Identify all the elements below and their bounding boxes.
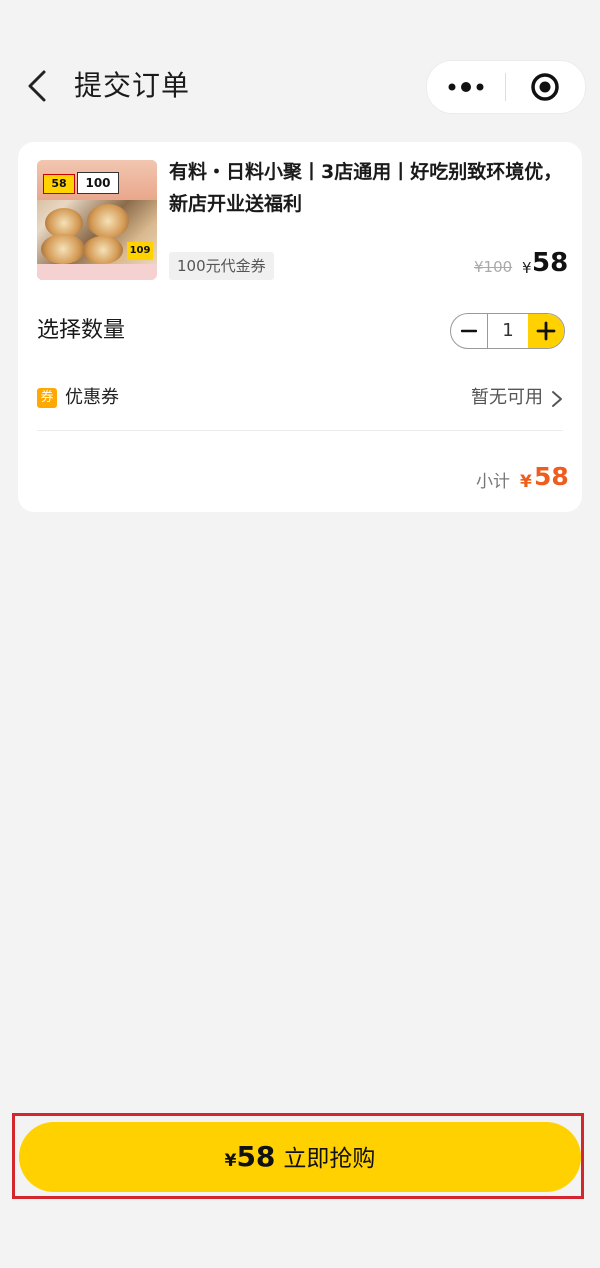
- divider: [37, 430, 563, 431]
- voucher-tag: 100元代金券: [169, 252, 274, 280]
- coupon-label: 优惠券: [65, 387, 119, 408]
- cta-currency: ¥: [224, 1151, 237, 1171]
- chevron-left-icon: [28, 70, 46, 102]
- image-footer-strip: [37, 264, 157, 280]
- subtotal-currency: ¥: [520, 472, 532, 492]
- image-badge-price: 58: [43, 174, 75, 194]
- product-title: 有料・日料小聚丨3店通用丨好吃别致环境优，新店开业送福利: [169, 161, 563, 215]
- chevron-right-icon: [552, 391, 562, 407]
- order-card: 58 100 109 有料・日料小聚丨3店通用丨好吃别致环境优，新店开业送福利 …: [18, 142, 582, 512]
- buy-now-content: ¥58 立即抢购: [19, 1122, 581, 1192]
- increase-quantity-button[interactable]: [528, 314, 564, 348]
- current-price: 58: [532, 248, 569, 278]
- minus-icon: [461, 329, 477, 333]
- top-bar: 提交订单: [0, 0, 600, 140]
- more-dots-icon: [448, 82, 484, 92]
- image-dish: [41, 234, 85, 264]
- quantity-value[interactable]: 1: [487, 314, 529, 348]
- image-dish: [87, 204, 129, 238]
- more-button[interactable]: [427, 61, 505, 113]
- buy-now-button[interactable]: ¥58 立即抢购: [19, 1122, 581, 1192]
- price-currency: ¥: [522, 259, 532, 277]
- decrease-quantity-button[interactable]: [451, 314, 487, 348]
- quantity-stepper: 1: [450, 313, 565, 349]
- coupon-status: 暂无可用: [471, 387, 543, 408]
- back-button[interactable]: [22, 68, 54, 104]
- page-title: 提交订单: [74, 69, 191, 102]
- plus-icon: [536, 321, 556, 341]
- image-dish: [83, 236, 123, 264]
- target-close-icon: [531, 73, 559, 101]
- mini-program-capsule: [426, 60, 586, 114]
- product-image[interactable]: 58 100 109: [37, 160, 157, 280]
- image-badge-value: 100: [77, 172, 119, 194]
- close-mini-program-button[interactable]: [506, 61, 584, 113]
- image-badge-corner: 109: [127, 242, 153, 260]
- quantity-label: 选择数量: [37, 318, 126, 343]
- subtotal-value: 58: [534, 462, 569, 491]
- cta-price: 58: [236, 1140, 276, 1173]
- subtotal-label: 小计: [476, 472, 510, 492]
- coupon-icon: 券: [37, 388, 57, 408]
- original-price: ¥100: [474, 258, 513, 276]
- cta-label: 立即抢购: [283, 1146, 376, 1172]
- coupon-row[interactable]: 券 优惠券 暂无可用: [37, 380, 563, 420]
